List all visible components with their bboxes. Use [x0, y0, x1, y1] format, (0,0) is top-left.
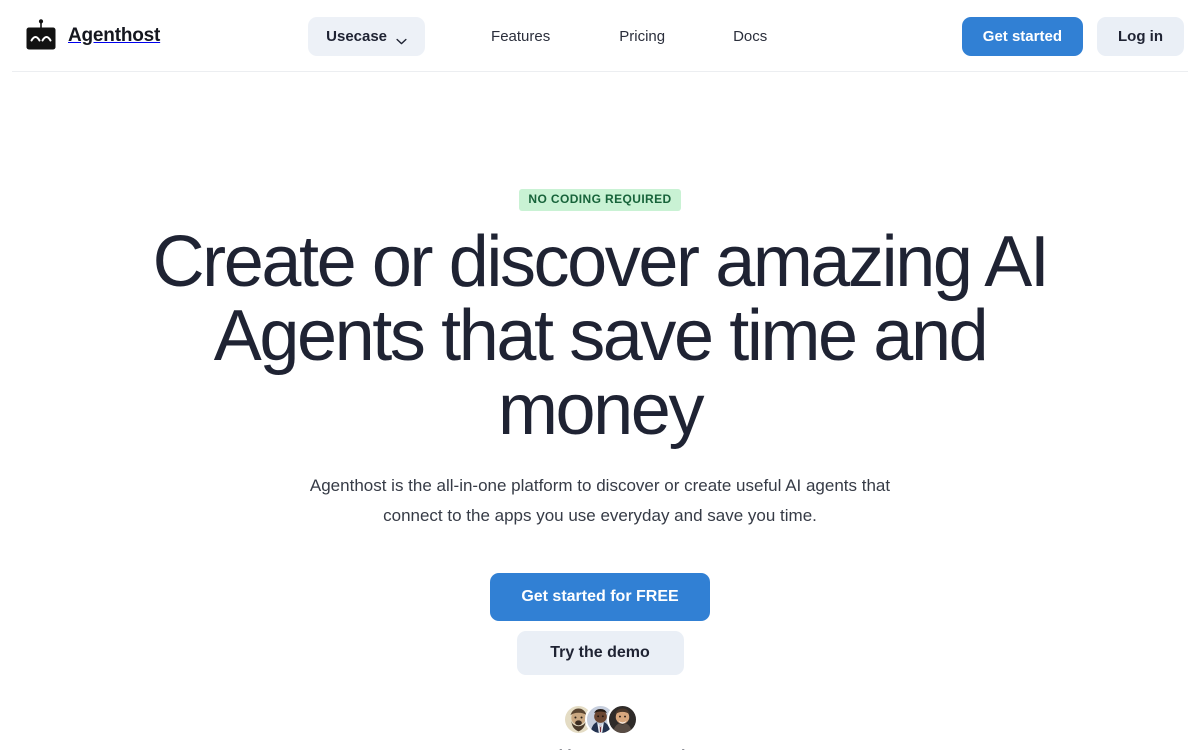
- avatar-group: [562, 702, 638, 736]
- site-header: Agenthost Usecase Features Pricing Docs …: [0, 0, 1200, 72]
- no-coding-required-badge: NO CODING REQUIRED: [519, 189, 681, 212]
- eyebrow-wrap: NO CODING REQUIRED: [0, 189, 1200, 212]
- brand-name: Agenthost: [68, 25, 161, 46]
- header-actions: Get started Log in: [961, 16, 1184, 56]
- hero-cta-group: Get started for FREE Try the demo: [0, 573, 1200, 676]
- chevron-down-icon: [396, 33, 407, 45]
- try-the-demo-button[interactable]: Try the demo: [516, 631, 684, 676]
- page-title: Create or discover amazing AI Agents tha…: [152, 222, 1050, 451]
- brand-logo-link[interactable]: Agenthost: [24, 19, 160, 53]
- log-in-button[interactable]: Log in: [1097, 16, 1184, 56]
- nav-item-pricing[interactable]: Pricing: [619, 17, 665, 56]
- nav-item-docs[interactable]: Docs: [733, 17, 767, 56]
- hero-subtitle: Agenthost is the all-in-one platform to …: [309, 476, 891, 526]
- get-started-for-free-button[interactable]: Get started for FREE: [490, 573, 710, 622]
- social-proof: Trusted by 1,500+ people: [0, 702, 1200, 750]
- nav-item-usecase-label: Usecase: [326, 27, 388, 45]
- nav-item-usecase[interactable]: Usecase: [308, 16, 426, 56]
- avatar-person-3: [606, 703, 638, 735]
- robot-face-icon: [24, 19, 58, 53]
- nav-item-features[interactable]: Features: [491, 17, 550, 56]
- hero-section: NO CODING REQUIRED Create or discover am…: [0, 72, 1200, 750]
- main-nav: Usecase Features Pricing Docs: [308, 16, 767, 56]
- get-started-button[interactable]: Get started: [961, 16, 1083, 56]
